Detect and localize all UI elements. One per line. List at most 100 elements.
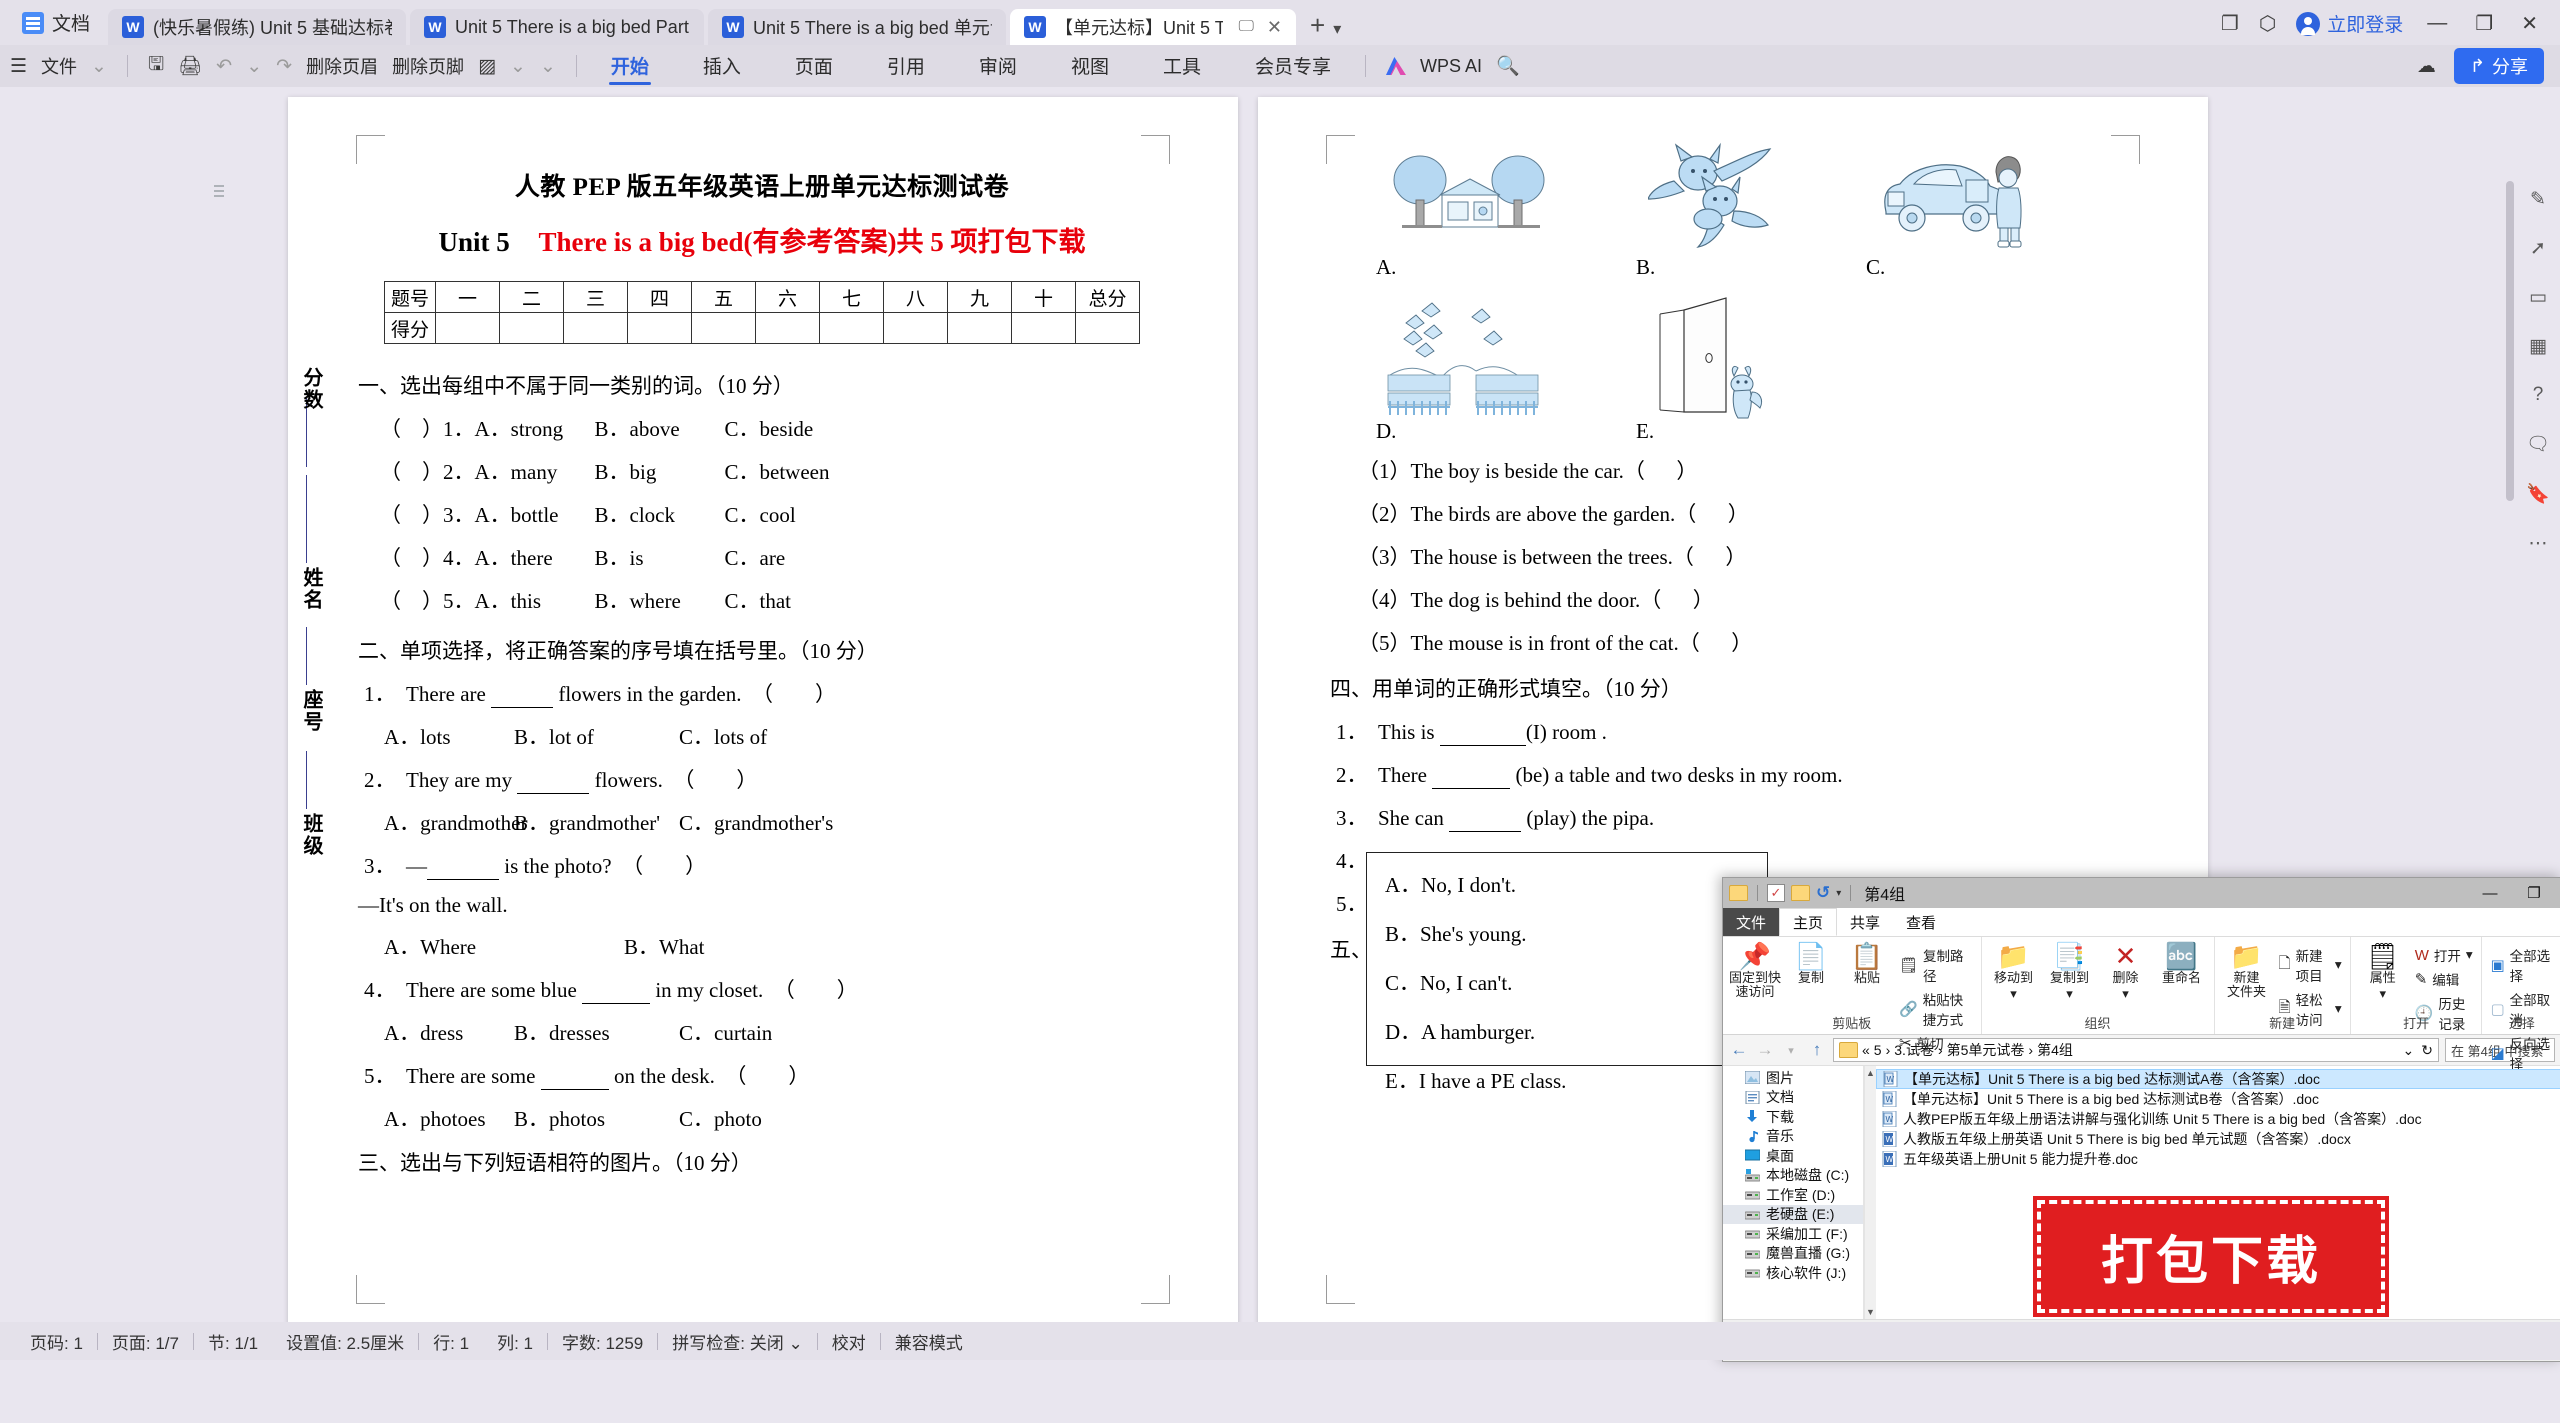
hamburger-icon[interactable]: ☰ [10,55,27,78]
shapes-icon[interactable]: ▭ [2529,286,2547,309]
paste-shortcut-button[interactable]: 🔗 粘贴快捷方式 [1899,989,1973,1029]
new-folder-button[interactable]: 📁 新建 文件夹 [2221,941,2273,1001]
scrollbar-thumb[interactable] [2506,181,2514,501]
highlighter-icon[interactable]: ▨ [478,55,496,78]
bookmark-icon[interactable]: 🔖 [2526,482,2550,506]
nav-item-downloads[interactable]: 下载 [1723,1107,1863,1127]
explorer-tab-share[interactable]: 共享 [1837,908,1893,936]
score-cell[interactable] [755,312,820,344]
cursor-icon[interactable]: ➚ [2530,237,2546,260]
select-all-button[interactable]: ▣ 全部选择 [2490,945,2553,985]
explorer-minimize-button[interactable]: — [2469,879,2511,907]
nav-item-pictures[interactable]: 图片 [1723,1068,1863,1088]
scroll-up-icon[interactable]: ▲ [1866,1068,1875,1078]
file-row[interactable]: W 人教PEP版五年级上册语法讲解与强化训练 Unit 5 There is a… [1876,1109,2560,1129]
nav-item-desktop[interactable]: 桌面 [1723,1146,1863,1166]
nav-item-drive-g[interactable]: 魔兽直播 (G:) [1723,1244,1863,1264]
chevron-down-icon[interactable]: ⌄ [246,55,262,78]
copy-button[interactable]: 📄 复制 [1785,941,1837,987]
table-icon[interactable]: ▦ [2529,335,2547,358]
paste-button[interactable]: 📋 粘贴 [1841,941,1893,987]
file-row[interactable]: W 【单元达标】Unit 5 There is a big bed 达标测试B卷… [1876,1089,2560,1109]
cube-icon[interactable]: ⬡ [2259,11,2276,36]
chevron-down-icon[interactable]: ▾ [2335,1001,2342,1017]
print-icon[interactable]: 🖨 [178,54,202,78]
save-icon[interactable]: 🖫 [148,50,164,82]
breadcrumb-4[interactable]: 第4组 [2037,1040,2073,1060]
tab-page[interactable]: 页面 [781,49,847,84]
comment-icon[interactable]: 🗨 [2526,432,2550,456]
file-row[interactable]: W 人教版五年级上册英语 Unit 5 There is big bed 单元试… [1876,1129,2560,1149]
refresh-icon[interactable]: ↻ [2421,1042,2433,1059]
new-item-button[interactable]: 🗋 新建项目 ▾ [2279,945,2342,985]
score-cell[interactable] [947,312,1012,344]
nav-item-drive-e[interactable]: 老硬盘 (E:) [1723,1204,1863,1224]
chevron-down-icon[interactable]: ▾ [1333,19,1347,45]
nav-item-drive-d[interactable]: 工作室 (D:) [1723,1185,1863,1205]
close-window-button[interactable]: ✕ [2517,11,2542,36]
documents-button[interactable]: 文档 [0,0,108,45]
close-icon[interactable]: ✕ [1267,17,1282,38]
minimize-button[interactable]: — [2423,12,2451,35]
nav-item-drive-f[interactable]: 采编加工 (F:) [1723,1224,1863,1244]
tab-start[interactable]: 开始 [597,49,663,85]
nav-item-documents[interactable]: 文档 [1723,1088,1863,1108]
tab-review[interactable]: 审阅 [965,49,1031,84]
chevron-down-icon[interactable]: ▾ [1836,888,1841,899]
search-icon[interactable]: 🔍 [1496,54,1520,78]
present-icon[interactable]: 🖵 [1238,18,1253,36]
document-tab-3[interactable]: W Unit 5 There is a big bed 单元专项 [708,9,1007,45]
explorer-maximize-button[interactable]: ❐ [2513,879,2555,907]
tab-insert[interactable]: 插入 [689,49,755,84]
navigation-pane[interactable]: 图片 文档 下载 音乐 桌面 本地磁盘 (C:) 工作室 (D:) 老硬盘 (E… [1723,1066,1864,1319]
chevron-down-icon[interactable]: ▾ [2122,987,2129,1001]
tab-member[interactable]: 会员专享 [1241,49,1345,84]
score-table[interactable]: 题号 一 二 三 四 五 六 七 八 九 十 总分 得分 [384,281,1140,344]
document-tab-4-active[interactable]: W 【单元达标】Unit 5 There is 🖵 ✕ [1010,9,1297,45]
document-page-left[interactable]: 分数 姓名 座号 班级 人教 PEP 版五年级英语上册单元达标测试卷 Unit … [214,97,1238,1342]
login-button[interactable]: 立即登录 [2296,10,2403,37]
undo-icon[interactable]: ↺ [1816,883,1830,903]
chevron-down-icon[interactable]: ▾ [2066,987,2073,1001]
score-cell[interactable] [499,312,564,344]
new-folder-quick-icon[interactable] [1791,885,1810,901]
folder-icon[interactable] [1729,885,1748,901]
copy-to-button[interactable]: 📑 复制到 ▾ [2044,941,2096,1003]
explorer-title-bar[interactable]: ✓ ↺ ▾ 第4组 — ❐ [1723,878,2560,908]
chevron-down-icon[interactable]: ⌄ [91,55,107,78]
file-row-selected[interactable]: W 【单元达标】Unit 5 There is a big bed 达标测试A卷… [1876,1069,2560,1089]
document-tab-2[interactable]: W Unit 5 There is a big bed Part B 1 [410,9,705,45]
redo-icon[interactable]: ↷ [276,55,292,78]
maximize-button[interactable]: ❐ [2471,11,2497,36]
tab-reference[interactable]: 引用 [873,49,939,84]
score-cell[interactable] [1075,312,1140,344]
paragraph-drag-handle[interactable] [214,185,224,199]
file-menu-label[interactable]: 文件 [41,53,77,79]
score-cell[interactable] [435,312,500,344]
file-row[interactable]: W 五年级英语上册Unit 5 能力提升卷.doc [1876,1149,2560,1169]
pin-to-quick-access-button[interactable]: 📌 固定到快 速访问 [1729,941,1781,1001]
share-button[interactable]: ↱ 分享 [2453,48,2544,84]
explorer-tab-home[interactable]: 主页 [1779,908,1838,936]
breadcrumb-root[interactable]: « [1862,1042,1870,1058]
more-icon[interactable]: ⋯ [2529,532,2548,555]
open-button[interactable]: W 打开 ▾ [2415,945,2474,965]
nav-pane-scrollbar[interactable]: ▲ ▼ [1864,1066,1876,1319]
help-icon[interactable]: ? [2533,384,2544,406]
cloud-upload-icon[interactable]: ☁ [2417,55,2436,78]
nav-item-drive-j[interactable]: 核心软件 (J:) [1723,1263,1863,1283]
edit-button[interactable]: ✎ 编辑 [2415,969,2474,989]
breadcrumb-1[interactable]: 5 [1874,1042,1882,1058]
rename-button[interactable]: 🔤 重命名 [2156,941,2208,987]
back-button[interactable]: ← [1729,1040,1749,1060]
nav-item-music[interactable]: 音乐 [1723,1127,1863,1147]
properties-quick-icon[interactable]: ✓ [1767,884,1785,902]
document-tab-1[interactable]: W (快乐暑假练) Unit 5 基础达标卷 小 [108,9,407,45]
delete-header-button[interactable]: 删除页眉 [306,53,378,79]
delete-button[interactable]: ✕ 删除 ▾ [2100,941,2152,1003]
score-cell[interactable] [819,312,884,344]
score-cell[interactable] [627,312,692,344]
delete-footer-button[interactable]: 删除页脚 [392,53,464,79]
chevron-down-icon[interactable]: ⌄ [540,55,556,78]
score-cell[interactable] [883,312,948,344]
